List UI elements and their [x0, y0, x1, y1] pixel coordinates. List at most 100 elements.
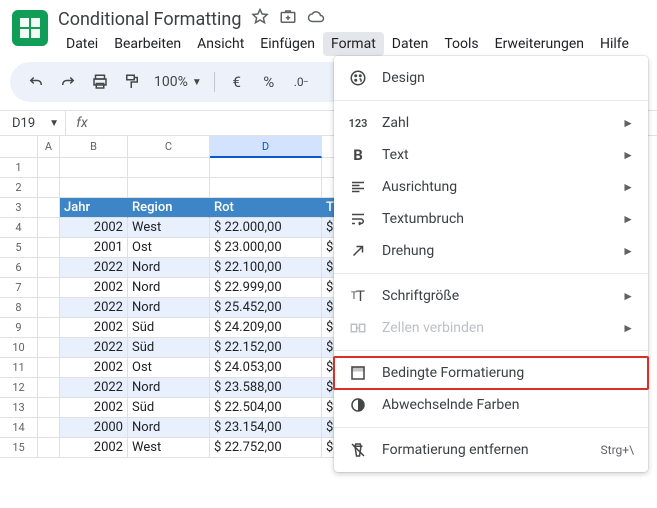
cell[interactable]: Jahr — [60, 198, 128, 218]
cell[interactable]: Nord — [128, 378, 210, 398]
cell[interactable] — [38, 258, 60, 278]
cell[interactable] — [60, 178, 128, 198]
cell[interactable] — [38, 438, 60, 458]
select-all-corner[interactable] — [0, 136, 38, 158]
cell[interactable]: Nord — [128, 258, 210, 278]
row-head[interactable]: 5 — [0, 238, 38, 258]
menu-item-abwechselnde-farben[interactable]: Abwechselnde Farben — [334, 389, 648, 421]
cell[interactable] — [38, 158, 60, 178]
cloud-icon[interactable] — [307, 8, 325, 30]
cell[interactable]: Nord — [128, 298, 210, 318]
cell[interactable]: Süd — [128, 398, 210, 418]
menu-item-zahl[interactable]: 123Zahl► — [334, 107, 648, 139]
cell[interactable] — [128, 158, 210, 178]
menu-item-textumbruch[interactable]: Textumbruch► — [334, 203, 648, 235]
row-head[interactable]: 8 — [0, 298, 38, 318]
menu-item-formatierung-entfernen[interactable]: Formatierung entfernenStrg+\ — [334, 434, 648, 466]
name-box[interactable]: D19▼ — [0, 111, 66, 135]
menu-daten[interactable]: Daten — [384, 32, 437, 56]
cell[interactable] — [38, 278, 60, 298]
print-button[interactable] — [86, 68, 114, 96]
cell[interactable]: 2002 — [60, 438, 128, 458]
cell[interactable] — [128, 178, 210, 198]
row-head[interactable]: 14 — [0, 418, 38, 438]
percent-button[interactable]: % — [255, 68, 283, 96]
cell[interactable]: 2002 — [60, 218, 128, 238]
row-head[interactable]: 13 — [0, 398, 38, 418]
paint-format-button[interactable] — [118, 68, 146, 96]
cell[interactable]: 2002 — [60, 398, 128, 418]
menu-format[interactable]: Format — [323, 32, 384, 56]
col-head-B[interactable]: B — [60, 136, 128, 158]
star-icon[interactable] — [251, 8, 269, 30]
cell[interactable]: Ost — [128, 238, 210, 258]
cell[interactable]: Süd — [128, 338, 210, 358]
cell[interactable] — [38, 218, 60, 238]
menu-item-drehung[interactable]: Drehung► — [334, 235, 648, 267]
redo-button[interactable] — [54, 68, 82, 96]
cell[interactable]: 2022 — [60, 258, 128, 278]
cell[interactable]: 2002 — [60, 358, 128, 378]
row-head[interactable]: 6 — [0, 258, 38, 278]
menu-item-schriftgröße[interactable]: TTSchriftgröße► — [334, 280, 648, 312]
cell[interactable]: 2002 — [60, 278, 128, 298]
cell[interactable] — [38, 318, 60, 338]
cell[interactable]: Ost — [128, 358, 210, 378]
col-head-A[interactable]: A — [38, 136, 60, 158]
menu-tools[interactable]: Tools — [436, 32, 486, 56]
cell[interactable]: $ 24.053,00 — [210, 358, 322, 378]
cell[interactable]: $ 24.209,00 — [210, 318, 322, 338]
cell[interactable]: $ 22.752,00 — [210, 438, 322, 458]
cell[interactable]: 2001 — [60, 238, 128, 258]
cell[interactable] — [38, 398, 60, 418]
row-head[interactable]: 12 — [0, 378, 38, 398]
cell[interactable]: 2022 — [60, 298, 128, 318]
undo-button[interactable] — [22, 68, 50, 96]
cell[interactable]: $ 22.152,00 — [210, 338, 322, 358]
row-head[interactable]: 11 — [0, 358, 38, 378]
row-head[interactable]: 15 — [0, 438, 38, 458]
row-head[interactable]: 4 — [0, 218, 38, 238]
menu-ansicht[interactable]: Ansicht — [189, 32, 252, 56]
menu-erweiterungen[interactable]: Erweiterungen — [487, 32, 592, 56]
cell[interactable] — [210, 158, 322, 178]
cell[interactable] — [38, 178, 60, 198]
cell[interactable]: West — [128, 438, 210, 458]
cell[interactable] — [38, 238, 60, 258]
row-head[interactable]: 3 — [0, 198, 38, 218]
cell[interactable] — [38, 298, 60, 318]
cell[interactable]: $ 22.100,00 — [210, 258, 322, 278]
cell[interactable]: West — [128, 218, 210, 238]
cell[interactable]: $ 25.452,00 — [210, 298, 322, 318]
cell[interactable] — [38, 338, 60, 358]
row-head[interactable]: 7 — [0, 278, 38, 298]
row-head[interactable]: 2 — [0, 178, 38, 198]
cell[interactable]: Rot — [210, 198, 322, 218]
col-head-C[interactable]: C — [128, 136, 210, 158]
move-icon[interactable] — [279, 8, 297, 30]
currency-button[interactable]: € — [223, 68, 251, 96]
cell[interactable]: $ 22.999,00 — [210, 278, 322, 298]
menu-datei[interactable]: Datei — [58, 32, 106, 56]
decimal-button[interactable]: .0_ — [287, 68, 315, 96]
row-head[interactable]: 1 — [0, 158, 38, 178]
cell[interactable]: 2022 — [60, 338, 128, 358]
cell[interactable] — [38, 378, 60, 398]
menu-item-design[interactable]: Design — [334, 62, 648, 94]
cell[interactable]: 2022 — [60, 378, 128, 398]
cell[interactable]: $ 23.588,00 — [210, 378, 322, 398]
cell[interactable] — [38, 198, 60, 218]
menu-item-ausrichtung[interactable]: Ausrichtung► — [334, 171, 648, 203]
zoom-level[interactable]: 100%▼ — [150, 74, 206, 90]
menu-item-text[interactable]: BText► — [334, 139, 648, 171]
menu-item-bedingte-formatierung[interactable]: Bedingte Formatierung — [334, 357, 648, 389]
cell[interactable] — [38, 418, 60, 438]
cell[interactable]: $ 23.154,00 — [210, 418, 322, 438]
row-head[interactable]: 9 — [0, 318, 38, 338]
doc-title[interactable]: Conditional Formatting — [58, 9, 241, 30]
cell[interactable] — [60, 158, 128, 178]
cell[interactable]: Region — [128, 198, 210, 218]
menu-bearbeiten[interactable]: Bearbeiten — [106, 32, 189, 56]
col-head-D[interactable]: D — [210, 136, 322, 158]
cell[interactable]: Nord — [128, 418, 210, 438]
